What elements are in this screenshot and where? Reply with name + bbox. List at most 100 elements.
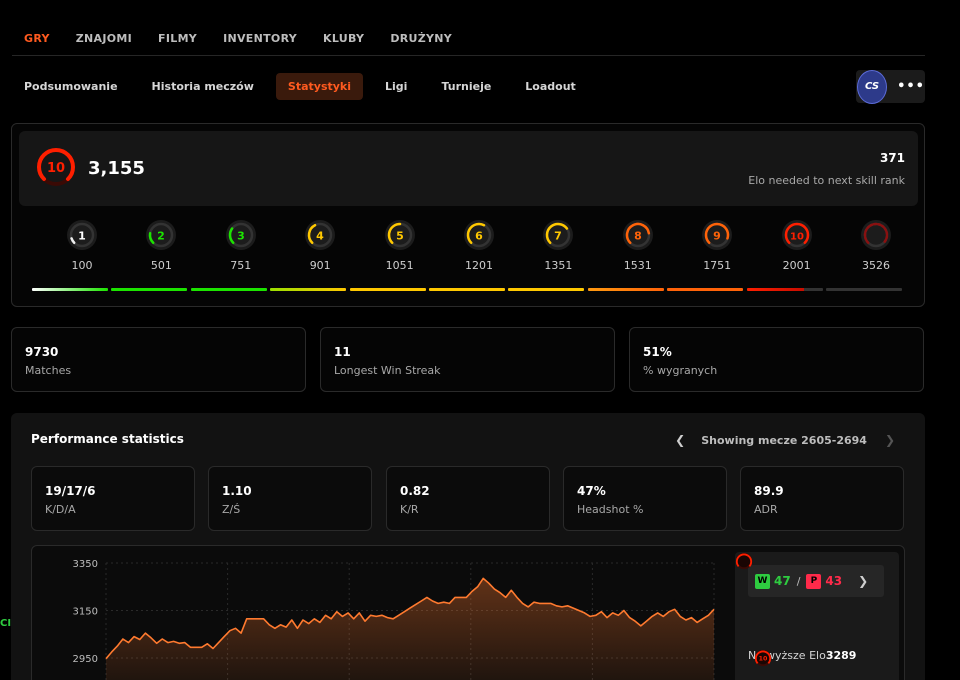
more-options-icon[interactable]: ••• — [897, 79, 925, 94]
elo-progress-segment — [349, 288, 426, 291]
tab-filmy[interactable]: FILMY — [158, 32, 197, 45]
perf-stat-headshot: 47% Headshot % — [563, 466, 727, 531]
win-loss-summary[interactable]: W 47 / P 43 ❯ — [748, 565, 884, 597]
stat-matches: 9730 Matches — [11, 327, 306, 392]
tab-druzyny[interactable]: DRUŻYNY — [390, 32, 452, 45]
skill-level-icon: 10 — [781, 220, 812, 250]
skill-level-elo: 3526 — [862, 259, 890, 272]
stat-value: 1.10 — [222, 484, 252, 498]
tab-inventory[interactable]: INVENTORY — [223, 32, 297, 45]
svg-text:2: 2 — [158, 230, 166, 243]
elo-area — [106, 578, 714, 680]
subtab-ligi[interactable]: Ligi — [373, 73, 419, 100]
y-tick-label: 3350 — [73, 559, 98, 570]
top-nav-divider — [12, 55, 925, 56]
skill-level-icon: 8 — [622, 220, 653, 250]
svg-text:10: 10 — [47, 161, 65, 176]
elo-progress-segment — [270, 288, 347, 291]
stat-value: 89.9 — [754, 484, 784, 498]
stat-value: 51% — [643, 345, 672, 359]
skill-level-icon — [735, 552, 753, 570]
elo-progress-segment — [667, 288, 744, 291]
subtab-turnieje[interactable]: Turnieje — [429, 73, 503, 100]
elo-card: 10 3,155 371 Elo needed to next skill ra… — [11, 123, 925, 307]
skill-level-icon: 4 — [305, 220, 336, 250]
svg-text:3: 3 — [237, 230, 245, 243]
elo-progress-segment — [429, 288, 505, 291]
skill-level-elo: 1051 — [385, 259, 414, 272]
stat-label: K/D/A — [45, 503, 76, 516]
skill-level-icon: 1 — [67, 220, 97, 250]
elo-chart: 3350 3150 2950 W 47 / P 43 ❯ Najwyższe Elo… — [31, 545, 905, 680]
chevron-right-icon[interactable]: ❯ — [858, 574, 868, 588]
elo-line-chart: 3350 3150 2950 — [73, 559, 715, 680]
left-edge-label: CI — [0, 618, 12, 629]
elo-needed-label: Elo needed to next skill rank — [748, 174, 905, 187]
stat-value: 9730 — [25, 345, 59, 359]
skill-level-elo: 501 — [150, 259, 172, 272]
skill-level-icon: 9 — [702, 220, 733, 250]
top-nav: GRY ZNAJOMI FILMY INVENTORY KLUBY DRUŻYN… — [24, 32, 478, 45]
svg-text:4: 4 — [316, 230, 324, 243]
perf-stat-kda: 19/17/6 K/D/A — [31, 466, 195, 531]
cs-game-logo[interactable]: CS — [857, 69, 888, 104]
skill-level-icon: 3 — [225, 220, 256, 250]
subtab-podsumowanie[interactable]: Podsumowanie — [12, 73, 130, 100]
win-badge: W — [755, 573, 770, 589]
losses-count: 43 — [825, 574, 843, 588]
stat-value: 47% — [577, 484, 606, 498]
skill-level-elo: 100 — [71, 259, 93, 272]
subtab-statystyki[interactable]: Statystyki — [275, 73, 364, 100]
skill-level-elo: 1751 — [703, 259, 732, 272]
skill-level-2: 2 501 — [131, 219, 191, 272]
svg-text:8: 8 — [634, 230, 642, 243]
stat-label: K/R — [400, 503, 419, 516]
elo-progress-segment — [587, 288, 664, 291]
pager-text: Showing mecze 2605-2694 — [701, 433, 867, 447]
tab-kluby[interactable]: KLUBY — [323, 32, 364, 45]
skill-level-8: 8 1531 — [608, 219, 668, 272]
perf-stat-adr: 89.9 ADR — [740, 466, 904, 531]
skill-level-elo: 751 — [230, 259, 252, 272]
skill-level-5: 5 1051 — [370, 219, 430, 272]
svg-text:5: 5 — [396, 230, 404, 243]
elo-header: 10 3,155 371 Elo needed to next skill ra… — [19, 131, 918, 206]
chart-side-panel: W 47 / P 43 ❯ Najwyższe Elo 10 3289 — [735, 552, 899, 680]
stat-value: 0.82 — [400, 484, 430, 498]
separator: / — [796, 574, 801, 588]
skill-level-3: 3 751 — [211, 219, 271, 272]
tab-gry[interactable]: GRY — [24, 32, 50, 45]
chevron-left-icon[interactable]: ❮ — [675, 433, 685, 447]
match-pager: ❮ Showing mecze 2605-2694 ❯ — [675, 433, 895, 447]
skill-level-1: 1 100 — [52, 219, 112, 272]
stat-label: Z/Ś — [222, 503, 241, 516]
highest-elo: Najwyższe Elo 10 3289 — [748, 649, 856, 667]
skill-level-4: 4 901 — [290, 219, 350, 272]
stat-label: ADR — [754, 503, 778, 516]
y-tick-label: 2950 — [73, 654, 98, 665]
skill-level-11: 3526 — [846, 219, 906, 272]
subtab-loadout[interactable]: Loadout — [513, 73, 588, 100]
skill-level-elo: 1531 — [623, 259, 652, 272]
skill-level-10-icon: 10 — [754, 649, 772, 667]
wins-count: 47 — [774, 574, 791, 588]
loss-badge: P — [806, 573, 822, 589]
chevron-right-icon[interactable]: ❯ — [885, 433, 895, 447]
skill-level-7: 7 1351 — [528, 219, 588, 272]
svg-text:1: 1 — [78, 230, 86, 243]
stat-win-rate: 51% % wygranych — [629, 327, 924, 392]
game-selector[interactable]: CS ••• — [856, 69, 925, 104]
tab-znajomi[interactable]: ZNAJOMI — [76, 32, 132, 45]
skill-level-9: 9 1751 — [687, 219, 747, 272]
performance-panel: Performance statistics ❮ Showing mecze 2… — [11, 413, 925, 680]
subtab-historia-meczow[interactable]: Historia meczów — [140, 73, 266, 100]
elo-progress-segment — [826, 288, 902, 291]
svg-text:9: 9 — [713, 230, 721, 243]
stat-label: % wygranych — [643, 364, 718, 377]
elo-progress-segment — [32, 288, 108, 291]
stat-label: Matches — [25, 364, 72, 377]
stat-value: 19/17/6 — [45, 484, 96, 498]
y-tick-label: 3150 — [73, 607, 98, 618]
stat-value: 11 — [334, 345, 351, 359]
skill-level-icon: 2 — [146, 220, 177, 250]
